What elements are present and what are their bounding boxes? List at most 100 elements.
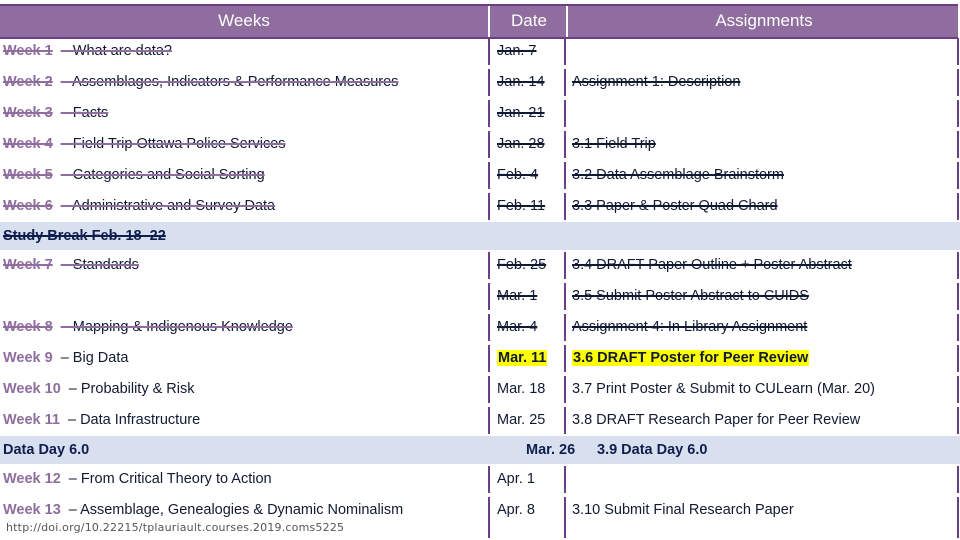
assignment-text: 3.4 DRAFT Paper Outline + Poster Abstrac… [572,257,852,273]
table-row: Week 5 – Categories and Social Sorting Feb… [0,160,960,191]
assignment-text: 3.1 Field Trip [572,136,656,152]
week-label: Week 1 [3,43,53,59]
column-divider [564,193,566,220]
column-divider [564,38,566,65]
table-row: Week 3 – Facts Jan. 21 [0,98,960,129]
column-divider [488,283,490,310]
column-divider [488,162,490,189]
week-cell: Week 4 – Field Trip Ottawa Police Service… [3,129,286,160]
week-topic: – Administrative and Survey Data [60,198,276,214]
assignment-cell: 3.1 Field Trip [572,129,656,160]
table-row: Week 1 – What are data? Jan. 7 [0,36,960,67]
week-cell: Week 3 – Facts [3,98,108,129]
week-cell: Week 12 – From Critical Theory to Action [3,464,272,495]
assignment-cell: 3.7 Print Poster & Submit to CULearn (Ma… [572,374,875,405]
table-row: Week 10 – Probability & Risk Mar. 18 3.7 Pr… [0,374,960,405]
column-divider [957,466,959,493]
column-divider [488,407,490,434]
date-text: Jan. 21 [497,105,545,121]
date-cell: Feb. 25 [497,250,546,281]
assignment-text: 3.7 Print Poster & Submit to CULearn (Ma… [572,381,876,397]
column-divider [957,100,959,127]
assignment-text: Assignment 1: Description [572,74,741,90]
assignment-cell: 3.6 DRAFT Poster for Peer Review [572,343,810,374]
header-weeks: Weeks [218,11,270,30]
band-row: Data Day 6.0 Mar. 26 3.9 Data Day 6.0 [0,436,960,464]
assignment-text: Assignment 4: In Library Assignment [572,319,808,335]
assignment-text: 3.10 Submit Final Research Paper [572,502,794,518]
week-cell: Week 6 – Administrative and Survey Data [3,191,275,222]
date-text: Feb. 4 [497,167,539,183]
column-divider [957,283,959,310]
week-topic: – Big Data [60,350,129,366]
column-divider [564,100,566,127]
week-topic: – Field Trip Ottawa Police Services [60,136,286,152]
column-divider [957,407,959,434]
date-text: Mar. 25 [497,412,546,428]
band-label: Data Day 6.0 [3,442,90,458]
week-cell: Week 8 – Mapping & Indigenous Knowledge [3,312,293,343]
table-row: Week 4 – Field Trip Ottawa Police Service… [0,129,960,160]
date-cell: Jan. 14 [497,67,545,98]
column-divider [488,38,490,65]
column-divider [957,345,959,372]
date-cell: Mar. 11 [497,343,548,374]
date-text: Apr. 8 [497,502,535,518]
date-cell: Mar. 25 [497,405,545,436]
week-topic: – Probability & Risk [68,381,195,397]
column-divider [488,466,490,493]
table-row: Week 8 – Mapping & Indigenous Knowledge Ma… [0,312,960,343]
column-divider [488,345,490,372]
table-row: Week 12 – From Critical Theory to Action A… [0,464,960,495]
date-text: Jan. 28 [497,136,545,152]
week-label: Week 5 [3,167,53,183]
assignment-text: 3.5 Submit Poster Abstract to CUIDS [572,288,809,304]
week-topic: – Assemblage, Genealogies & Dynamic Nomi… [68,502,404,518]
week-cell: Week 1 – What are data? [3,36,172,67]
column-divider [564,252,566,279]
week-label: Week 8 [3,319,53,335]
week-cell: Week 11 – Data Infrastructure [3,405,200,436]
assignment-text: 3.6 DRAFT Poster for Peer Review [572,350,810,366]
table-row: Week 2 – Assemblages, Indicators & Perfor… [0,67,960,98]
week-topic: – Mapping & Indigenous Knowledge [60,319,293,335]
assignment-cell: 3.4 DRAFT Paper Outline + Poster Abstrac… [572,250,852,281]
week-topic: – Data Infrastructure [67,412,201,428]
column-divider [564,345,566,372]
week-label: Week 2 [3,74,53,90]
column-divider [564,162,566,189]
column-divider [957,38,959,65]
week-topic: – Standards [60,257,139,273]
date-cell: Mar. 1 [497,281,537,312]
week-label: Week 7 [3,257,53,273]
week-topic: – Facts [60,105,109,121]
column-divider [488,69,490,96]
week-label: Week 6 [3,198,53,214]
doi-link[interactable]: http://doi.org/10.22215/tplauriault.cour… [6,521,344,534]
assignment-text: 3.3 Paper & Poster Quad Chard [572,198,778,214]
column-divider [957,252,959,279]
table-row: Week 7 – Standards Feb. 25 3.4 DRAFT Paper … [0,250,960,281]
header-date: Date [488,6,568,37]
week-label: Week 4 [3,136,53,152]
band-row: Study Break Feb. 18–22 [0,222,960,250]
column-divider [957,497,959,538]
date-text: Mar. 18 [497,381,546,397]
column-divider [957,69,959,96]
week-label: Week 9 [3,350,53,366]
column-divider [564,131,566,158]
column-divider [488,497,490,538]
week-label: Week 12 [3,471,61,487]
column-divider [564,407,566,434]
assignment-cell: 3.5 Submit Poster Abstract to CUIDS [572,281,809,312]
assignment-cell: Assignment 1: Description [572,67,740,98]
week-label: Week 10 [3,381,61,397]
date-text: Feb. 11 [497,198,546,214]
column-divider [564,497,566,538]
column-divider [957,162,959,189]
week-cell: Week 2 – Assemblages, Indicators & Perfor… [3,67,398,98]
table-row: Week 9 – Big Data Mar. 11 3.6 DRAFT Poster … [0,343,960,374]
week-cell: Week 5 – Categories and Social Sorting [3,160,265,191]
column-divider [488,100,490,127]
date-cell: Apr. 1 [497,464,535,495]
